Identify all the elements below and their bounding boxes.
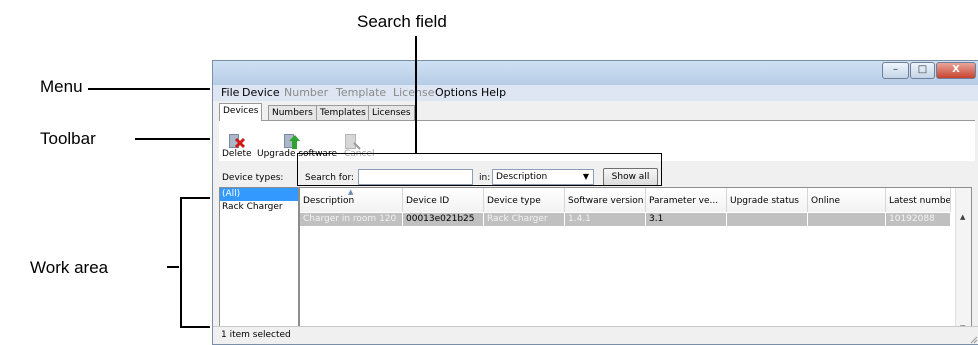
status-text: 1 item selected (221, 330, 291, 340)
sort-ascending-icon: ▲ (348, 188, 354, 196)
toolbar-callout: Toolbar (40, 129, 96, 148)
status-bar: 1 item selected (213, 326, 978, 344)
menu-device[interactable]: Device (242, 86, 280, 99)
app-window: – □ X File Device Number Template Licens… (212, 60, 978, 345)
menu-options[interactable]: Options (435, 86, 477, 99)
column-header-device-id[interactable]: Device ID (403, 188, 484, 212)
title-bar: – □ X (213, 61, 978, 85)
table-cell-upgrade-status (727, 213, 808, 226)
close-button[interactable]: X (936, 62, 976, 79)
device-types-label: Device types: (222, 173, 284, 183)
tab-templates[interactable]: Templates (316, 105, 370, 120)
device-types-list: (All) Rack Charger (219, 187, 299, 339)
column-header-online[interactable]: Online (808, 188, 886, 212)
menu-license[interactable]: License (393, 86, 434, 99)
column-header-device-type[interactable]: Device type (484, 188, 565, 212)
tab-licenses[interactable]: Licenses (368, 105, 415, 120)
delete-button-label[interactable]: Delete (222, 149, 252, 159)
menu-file[interactable]: File (221, 86, 239, 99)
tab-devices[interactable]: Devices (219, 103, 263, 121)
tab-numbers[interactable]: Numbers (268, 105, 317, 120)
toolbar-callout-line (135, 138, 210, 140)
menu-help[interactable]: Help (481, 86, 506, 99)
column-header-description[interactable]: Description ▲ (300, 188, 403, 212)
menu-bar: File Device Number Template License Opti… (213, 85, 978, 101)
work-area-bracket-bottom (180, 326, 210, 328)
table-cell-description: Charger in room 120 (300, 213, 403, 226)
minimize-button[interactable]: – (882, 62, 909, 79)
search-field-callout: Search field (357, 12, 447, 31)
device-type-item-rack-charger[interactable]: Rack Charger (220, 201, 298, 214)
vertical-scrollbar[interactable]: ▲ ▼ (955, 188, 971, 338)
menu-template[interactable]: Template (336, 86, 386, 99)
column-header-latest-number[interactable]: Latest number (886, 188, 951, 212)
table-cell-software-version: 1.4.1 (565, 213, 646, 226)
table-cell-latest-number: 10192088 (886, 213, 951, 226)
devices-table: Description ▲ Device ID Device type Soft… (299, 187, 972, 339)
column-header-software-version[interactable]: Software version (565, 188, 646, 212)
work-area-callout: Work area (30, 258, 109, 277)
search-field-callout-line (415, 36, 417, 153)
column-header-upgrade-status[interactable]: Upgrade status (727, 188, 808, 212)
table-cell-parameter-version: 3.1 (646, 213, 727, 226)
device-type-item-all[interactable]: (All) (220, 188, 298, 201)
menu-number[interactable]: Number (284, 86, 328, 99)
column-header-parameter-version[interactable]: Parameter ve... (646, 188, 727, 212)
scroll-up-icon[interactable]: ▲ (960, 213, 965, 221)
work-area-callout-line (167, 266, 179, 268)
table-cell-device-type: Rack Charger (484, 213, 565, 226)
menu-callout-line (88, 88, 210, 90)
work-area-bracket (180, 197, 182, 327)
search-field-outline (297, 153, 662, 186)
work-area-bracket-top (180, 197, 210, 199)
column-header-label: Description (303, 196, 355, 206)
maximize-button[interactable]: □ (910, 62, 935, 79)
menu-callout: Menu (40, 77, 83, 96)
table-cell-online (808, 213, 886, 226)
resize-grip-icon[interactable] (968, 334, 978, 344)
table-cell-device-id: 00013e021b25 (403, 213, 484, 226)
